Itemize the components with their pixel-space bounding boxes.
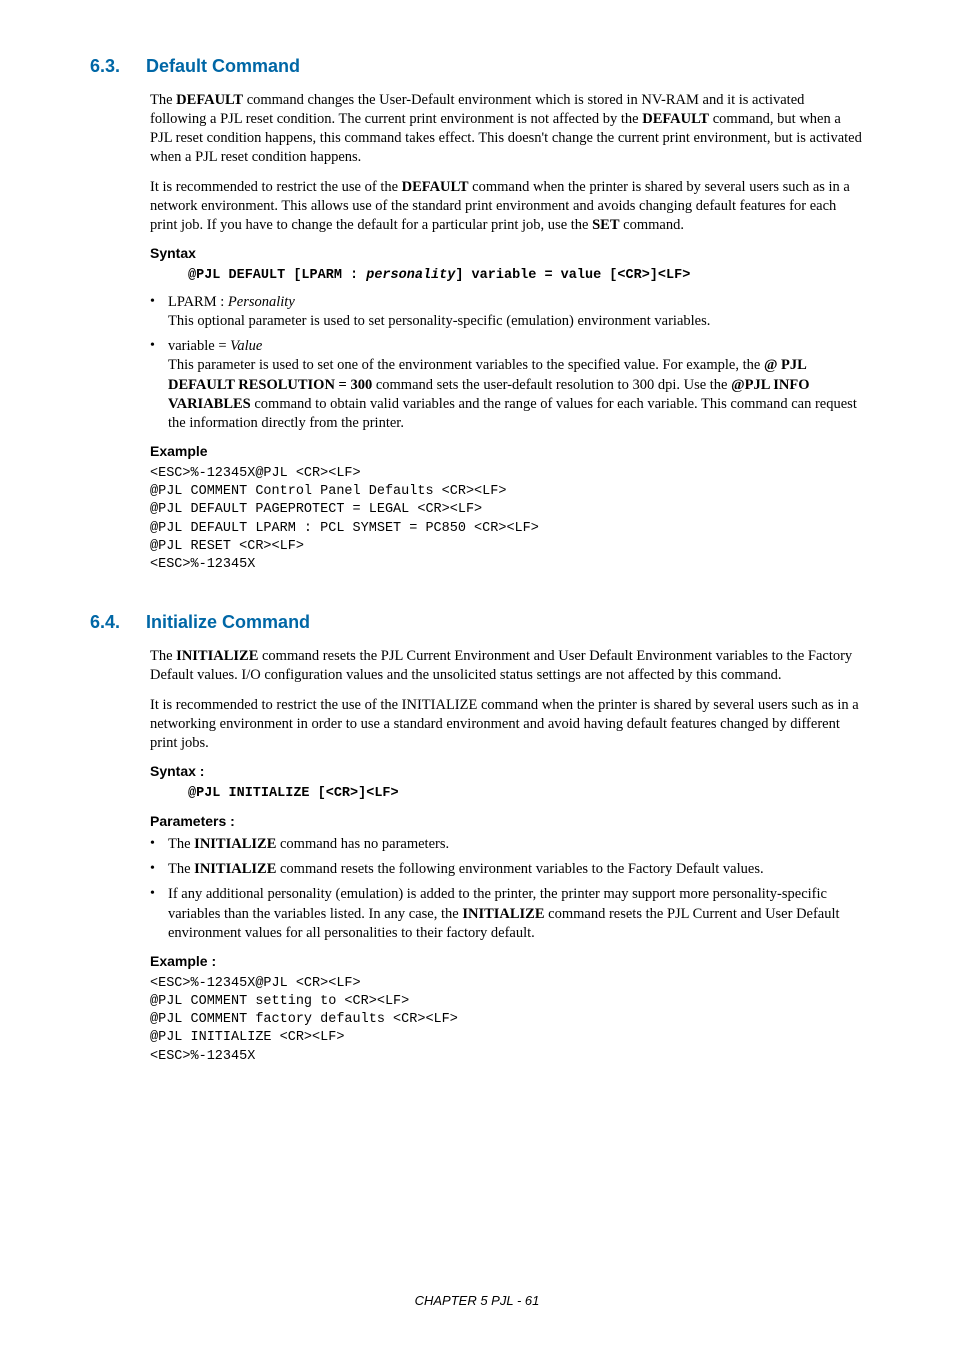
s64-para2: It is recommended to restrict the use of… <box>150 696 864 753</box>
s63-syntax: @PJL DEFAULT [LPARM : personality] varia… <box>188 267 864 285</box>
page-footer: CHAPTER 5 PJL - 61 <box>0 1293 954 1308</box>
section-64-content: The INITIALIZE command resets the PJL Cu… <box>150 647 864 1066</box>
s63-example-code: <ESC>%-12345X@PJL <CR><LF> @PJL COMMENT … <box>150 465 864 574</box>
heading-default-command: 6.3. Default Command <box>90 56 864 77</box>
syntax-label: Syntax : <box>150 763 864 779</box>
example-label: Example <box>150 443 864 459</box>
example-label: Example : <box>150 953 864 969</box>
heading-number: 6.4. <box>90 612 120 632</box>
s63-bullet-lparm: LPARM : Personality This optional parame… <box>150 293 864 331</box>
s64-para1: The INITIALIZE command resets the PJL Cu… <box>150 647 864 685</box>
s64-bullet-2: The INITIALIZE command resets the follow… <box>150 860 864 879</box>
heading-title: Initialize Command <box>146 612 310 632</box>
s64-bullet-1: The INITIALIZE command has no parameters… <box>150 835 864 854</box>
section-63-content: The DEFAULT command changes the User-Def… <box>150 91 864 574</box>
s63-para2: It is recommended to restrict the use of… <box>150 178 864 235</box>
s63-bullet-variable: variable = Value This parameter is used … <box>150 337 864 433</box>
s64-bullet-3: If any additional personality (emulation… <box>150 885 864 942</box>
s64-syntax: @PJL INITIALIZE [<CR>]<LF> <box>188 785 864 803</box>
s63-para1: The DEFAULT command changes the User-Def… <box>150 91 864 168</box>
heading-initialize-command: 6.4. Initialize Command <box>90 612 864 633</box>
heading-title: Default Command <box>146 56 300 76</box>
page: 6.3. Default Command The DEFAULT command … <box>0 0 954 1350</box>
heading-number: 6.3. <box>90 56 120 76</box>
s64-bullets: The INITIALIZE command has no parameters… <box>150 835 864 943</box>
syntax-label: Syntax <box>150 245 864 261</box>
s64-example-code: <ESC>%-12345X@PJL <CR><LF> @PJL COMMENT … <box>150 975 864 1066</box>
s63-bullets: LPARM : Personality This optional parame… <box>150 293 864 433</box>
parameters-label: Parameters : <box>150 813 864 829</box>
